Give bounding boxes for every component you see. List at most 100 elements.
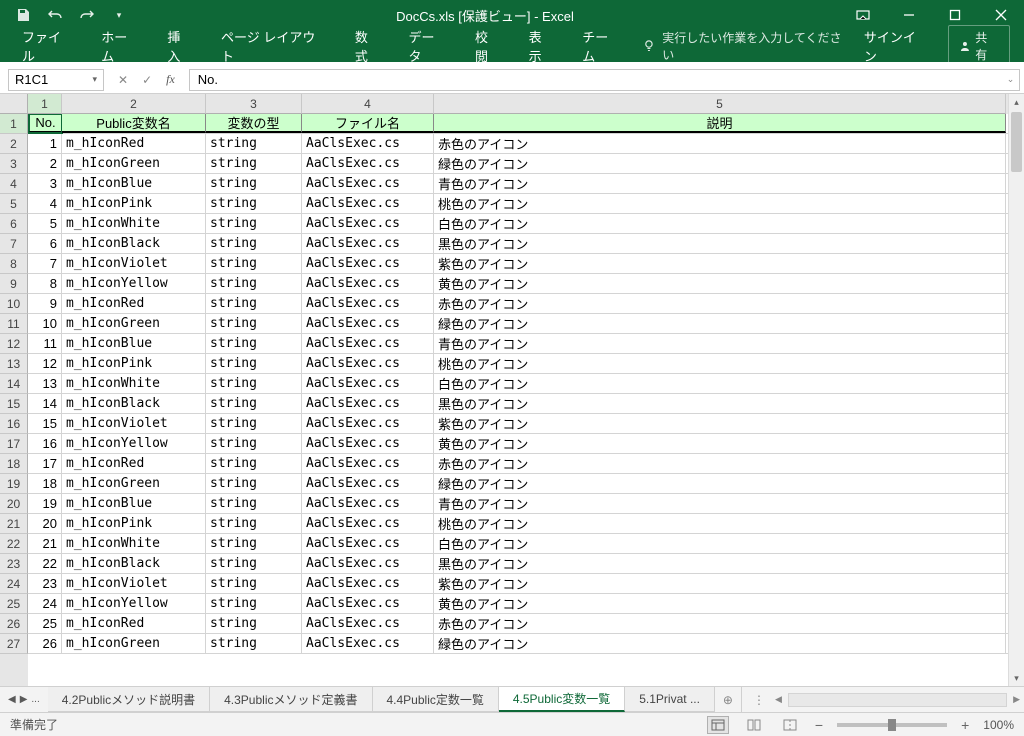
row-header[interactable]: 20 (0, 494, 28, 514)
cell[interactable]: m_hIconRed (62, 454, 206, 473)
cell[interactable]: 桃色のアイコン (434, 354, 1006, 373)
row-header[interactable]: 13 (0, 354, 28, 374)
cell[interactable]: string (206, 634, 302, 653)
cell[interactable]: string (206, 134, 302, 153)
cell[interactable]: 赤色のアイコン (434, 134, 1006, 153)
cell[interactable]: 青色のアイコン (434, 174, 1006, 193)
cell[interactable]: m_hIconRed (62, 294, 206, 313)
cell[interactable]: 24 (28, 594, 62, 613)
cell[interactable]: m_hIconPink (62, 354, 206, 373)
table-row[interactable]: 10m_hIconGreenstringAaClsExec.cs緑色のアイコン (28, 314, 1008, 334)
cell[interactable]: 7 (28, 254, 62, 273)
row-header[interactable]: 27 (0, 634, 28, 654)
cell[interactable]: string (206, 394, 302, 413)
cell[interactable]: 4 (28, 194, 62, 213)
cell[interactable]: AaClsExec.cs (302, 214, 434, 233)
cell[interactable]: m_hIconBlack (62, 554, 206, 573)
tell-me-search[interactable]: 実行したい作業を入力してください (642, 29, 852, 63)
cell[interactable]: 14 (28, 394, 62, 413)
cell[interactable]: 黒色のアイコン (434, 554, 1006, 573)
share-button[interactable]: 共有 (948, 25, 1010, 67)
table-row[interactable]: 6m_hIconBlackstringAaClsExec.cs黒色のアイコン (28, 234, 1008, 254)
row-header[interactable]: 23 (0, 554, 28, 574)
cell[interactable]: AaClsExec.cs (302, 454, 434, 473)
table-header-cell[interactable]: No. (28, 114, 62, 133)
ribbon-tab-4[interactable]: 数式 (341, 20, 395, 72)
cell[interactable]: m_hIconWhite (62, 374, 206, 393)
cell[interactable]: m_hIconGreen (62, 634, 206, 653)
column-header[interactable]: 2 (62, 94, 206, 114)
cell[interactable]: 23 (28, 574, 62, 593)
cell[interactable]: 青色のアイコン (434, 334, 1006, 353)
cell[interactable]: 白色のアイコン (434, 374, 1006, 393)
hscroll-right-icon[interactable]: ▶ (1013, 694, 1020, 705)
cell[interactable]: string (206, 474, 302, 493)
table-row[interactable]: 17m_hIconRedstringAaClsExec.cs赤色のアイコン (28, 454, 1008, 474)
cell[interactable]: m_hIconPink (62, 514, 206, 533)
cell[interactable]: string (206, 354, 302, 373)
formula-input[interactable]: No. (189, 69, 1002, 91)
table-row[interactable]: 24m_hIconYellowstringAaClsExec.cs黄色のアイコン (28, 594, 1008, 614)
cell[interactable]: 5 (28, 214, 62, 233)
cell[interactable]: string (206, 454, 302, 473)
row-header[interactable]: 16 (0, 414, 28, 434)
confirm-formula-icon[interactable]: ✓ (142, 73, 152, 87)
ribbon-tab-0[interactable]: ファイル (8, 20, 87, 72)
cell[interactable]: 15 (28, 414, 62, 433)
cell[interactable]: string (206, 434, 302, 453)
cell[interactable]: 白色のアイコン (434, 214, 1006, 233)
vertical-scrollbar[interactable]: ▴ ▾ (1008, 94, 1024, 686)
cell[interactable]: AaClsExec.cs (302, 494, 434, 513)
cell[interactable]: 赤色のアイコン (434, 614, 1006, 633)
zoom-level[interactable]: 100% (983, 718, 1014, 732)
row-header[interactable]: 4 (0, 174, 28, 194)
table-row[interactable]: 8m_hIconYellowstringAaClsExec.cs黄色のアイコン (28, 274, 1008, 294)
fx-icon[interactable]: fx (166, 72, 175, 87)
ribbon-tab-3[interactable]: ページ レイアウト (207, 20, 341, 72)
cell[interactable]: 赤色のアイコン (434, 454, 1006, 473)
name-box[interactable]: R1C1 ▾ (8, 69, 104, 91)
row-header[interactable]: 21 (0, 514, 28, 534)
cell[interactable]: AaClsExec.cs (302, 474, 434, 493)
row-header[interactable]: 5 (0, 194, 28, 214)
cell[interactable]: string (206, 534, 302, 553)
cell[interactable]: string (206, 294, 302, 313)
table-row[interactable]: 20m_hIconPinkstringAaClsExec.cs桃色のアイコン (28, 514, 1008, 534)
cell[interactable]: m_hIconBlue (62, 174, 206, 193)
cell[interactable]: AaClsExec.cs (302, 374, 434, 393)
row-header[interactable]: 26 (0, 614, 28, 634)
select-all-corner[interactable] (0, 94, 28, 114)
row-header[interactable]: 6 (0, 214, 28, 234)
cell[interactable]: 黄色のアイコン (434, 594, 1006, 613)
cell[interactable]: 紫色のアイコン (434, 254, 1006, 273)
ribbon-tab-2[interactable]: 挿入 (153, 20, 207, 72)
ribbon-tab-8[interactable]: チーム (568, 20, 634, 72)
cell[interactable]: AaClsExec.cs (302, 254, 434, 273)
cell[interactable]: 緑色のアイコン (434, 634, 1006, 653)
cell[interactable]: 10 (28, 314, 62, 333)
cell[interactable]: 3 (28, 174, 62, 193)
row-header[interactable]: 1 (0, 114, 28, 134)
qat-customize-icon[interactable]: ▾ (108, 4, 130, 26)
hscroll-left-icon[interactable]: ◀ (775, 694, 782, 705)
cell[interactable]: 桃色のアイコン (434, 514, 1006, 533)
cell[interactable]: AaClsExec.cs (302, 534, 434, 553)
cell[interactable]: AaClsExec.cs (302, 294, 434, 313)
row-header[interactable]: 12 (0, 334, 28, 354)
cell[interactable]: string (206, 234, 302, 253)
cell[interactable]: 16 (28, 434, 62, 453)
cell[interactable]: AaClsExec.cs (302, 194, 434, 213)
cell[interactable]: string (206, 154, 302, 173)
cell[interactable]: 8 (28, 274, 62, 293)
column-header[interactable]: 5 (434, 94, 1006, 114)
ribbon-tab-1[interactable]: ホーム (87, 20, 153, 72)
cell[interactable]: AaClsExec.cs (302, 354, 434, 373)
cell[interactable]: m_hIconYellow (62, 274, 206, 293)
row-header[interactable]: 10 (0, 294, 28, 314)
cell[interactable]: 21 (28, 534, 62, 553)
row-header[interactable]: 19 (0, 474, 28, 494)
cell[interactable]: string (206, 514, 302, 533)
view-page-break-icon[interactable] (779, 716, 801, 734)
cell[interactable]: m_hIconBlack (62, 234, 206, 253)
column-header[interactable]: 1 (28, 94, 62, 114)
